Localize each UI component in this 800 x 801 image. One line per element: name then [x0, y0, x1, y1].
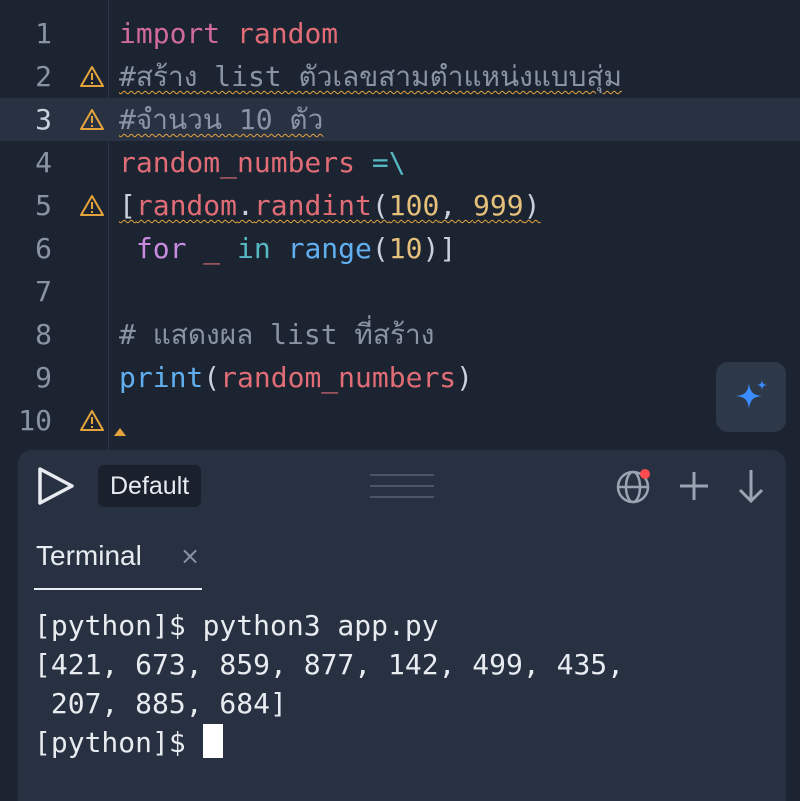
code-text[interactable]: [random.randint(100, 999) [119, 190, 540, 222]
bracket: [ [119, 189, 136, 222]
comment[interactable]: #จำนวน 10 ตัว [119, 104, 323, 136]
number: 999 [473, 189, 524, 222]
run-panel: Default Terminal × [python]$ python3 app… [18, 450, 786, 801]
code-line-3[interactable]: 3 #จำนวน 10 ตัว [0, 98, 800, 141]
code-editor[interactable]: 1 import random 2 #สร้าง list ตัวเลขสามต… [0, 0, 800, 470]
line-number: 10 [18, 404, 52, 437]
line-number: 5 [35, 189, 52, 222]
terminal-line: [python]$ python3 app.py [34, 609, 439, 642]
identifier: _ [203, 232, 221, 265]
notification-dot [640, 469, 650, 479]
paren: ) [456, 361, 474, 394]
terminal-prompt-line[interactable]: [python]$ [34, 723, 774, 762]
comment[interactable]: #สร้าง list ตัวเลขสามตำแหน่งแบบสุ่ม [119, 61, 622, 93]
number: 100 [388, 189, 440, 222]
tab-terminal[interactable]: Terminal × [34, 534, 202, 590]
bracket: )] [422, 232, 457, 265]
code-text[interactable]: for _ in range(10)] [119, 233, 456, 265]
line-number: 1 [35, 17, 52, 50]
identifier: random_numbers [220, 361, 457, 394]
arrow-down-icon[interactable] [734, 466, 768, 506]
paren: ) [523, 189, 541, 222]
line-number: 4 [35, 146, 52, 179]
sparkle-icon [736, 380, 767, 409]
caret-up-icon [114, 428, 126, 436]
terminal-output[interactable]: [python]$ python3 app.py [421, 673, 859, … [34, 606, 774, 762]
ai-assistant-button[interactable] [716, 362, 786, 432]
play-icon[interactable] [34, 464, 78, 508]
code-line-9[interactable]: 9 print(random_numbers) [0, 356, 800, 399]
line-number: 2 [35, 60, 52, 93]
code-line-5[interactable]: 5 [random.randint(100, 999) [0, 184, 800, 227]
number: 10 [388, 232, 423, 265]
code-text[interactable]: import random [119, 18, 338, 50]
terminal-prompt: [python]$ [34, 726, 203, 759]
function-name: randint [253, 189, 372, 222]
identifier: random [237, 17, 339, 50]
warning-icon[interactable] [80, 194, 104, 218]
terminal-cursor [202, 724, 223, 758]
close-icon[interactable]: × [180, 540, 200, 572]
paren: ( [371, 232, 389, 265]
warning-icon[interactable] [80, 409, 104, 433]
code-text[interactable]: print(random_numbers) [119, 362, 473, 394]
identifier: random_numbers [119, 146, 356, 179]
keyword: import [119, 17, 221, 50]
code-text[interactable]: random_numbers =\ [119, 147, 406, 179]
drag-handle[interactable] [370, 472, 434, 500]
warning-icon[interactable] [80, 65, 104, 89]
globe-icon[interactable] [614, 466, 654, 506]
tab-label: Terminal [36, 540, 142, 571]
line-number: 3 [35, 103, 52, 136]
run-config-selector[interactable]: Default [98, 465, 202, 507]
keyword: in [237, 232, 271, 265]
paren: ( [203, 361, 221, 394]
code-line-2[interactable]: 2 #สร้าง list ตัวเลขสามตำแหน่งแบบสุ่ม [0, 55, 800, 98]
paren: ( [371, 189, 389, 222]
terminal-line: 207, 885, 684] [34, 687, 287, 720]
line-number: 7 [35, 275, 52, 308]
code-line-8[interactable]: 8 # แสดงผล list ที่สร้าง [0, 313, 800, 356]
keyword: for [135, 232, 187, 265]
active-tab-indicator [34, 588, 202, 590]
comma: , [439, 189, 474, 222]
warning-icon[interactable] [80, 108, 104, 132]
code-line-1[interactable]: 1 import random [0, 12, 800, 55]
terminal-line: [421, 673, 859, 877, 142, 499, 435, [34, 648, 625, 681]
line-number: 6 [35, 232, 52, 265]
line-number: 8 [35, 318, 52, 351]
comment[interactable]: # แสดงผล list ที่สร้าง [119, 319, 434, 351]
code-line-4[interactable]: 4 random_numbers =\ [0, 141, 800, 184]
code-line-6[interactable]: 6 for _ in range(10)] [0, 227, 800, 270]
dot: . [237, 189, 254, 222]
function-name: print [119, 361, 204, 394]
operator: =\ [371, 146, 406, 179]
function-name: range [287, 232, 372, 265]
code-line-7[interactable]: 7 [0, 270, 800, 313]
identifier: random [135, 189, 238, 222]
plus-icon[interactable] [674, 466, 714, 506]
line-number: 9 [35, 361, 52, 394]
